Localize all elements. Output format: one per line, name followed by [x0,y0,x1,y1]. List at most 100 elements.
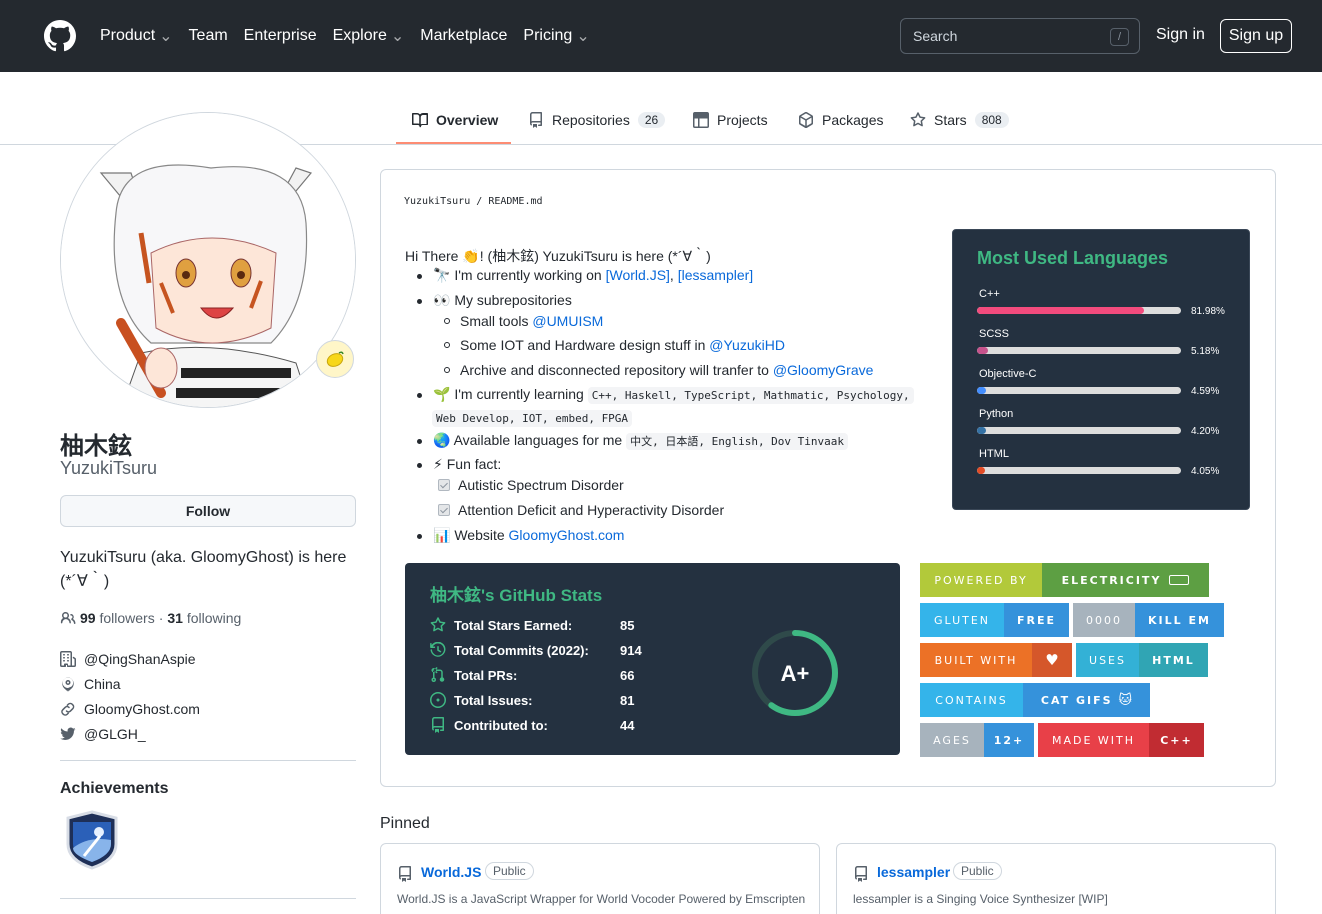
checkbox [438,504,450,516]
nav-pricing[interactable]: Pricing ⌄ [523,26,589,46]
tab-overview[interactable]: Overview [412,96,498,144]
list-bullet [417,439,422,444]
pinned-repo-link[interactable]: lessampler [877,864,950,880]
tab-stars[interactable]: Stars 808 [910,96,1009,144]
language-percent: 4.20% [1191,426,1220,437]
list-bullet [444,342,450,348]
followers-link[interactable]: 99 followers [80,610,155,626]
subrepo-text: Small tools [460,313,529,329]
repo-icon [855,866,867,882]
tab-packages[interactable]: Packages [798,96,883,144]
pull-request-icon [431,667,445,682]
signup-button[interactable]: Sign up [1220,19,1292,53]
stat-label: Total Commits (2022): [454,642,589,658]
tab-repositories[interactable]: Repositories 26 [528,96,666,144]
avatar[interactable] [60,112,356,408]
stat-value: 914 [620,643,642,658]
learning-text: I'm currently learning [454,386,584,402]
badge-right: 12+ [984,723,1034,757]
company-label[interactable]: @QingShanAspie [84,651,196,667]
nav-product[interactable]: Product ⌄ [100,26,173,46]
stat-label: Total Stars Earned: [454,617,573,633]
gloomygrave-link[interactable]: @GloomyGrave [773,362,874,378]
tab-projects[interactable]: Projects [693,96,768,144]
stat-value: 81 [620,693,635,708]
github-logo-icon[interactable] [44,20,76,52]
nav-enterprise[interactable]: Enterprise [244,27,317,45]
active-tab-indicator [396,142,511,144]
subrepo-item: Small tools @UMUISM [460,313,603,329]
signin-link[interactable]: Sign in [1156,26,1205,44]
sidebar-divider [60,898,356,899]
profile-username: YuzukiTsuru [60,458,158,478]
language-name: Python [979,408,1014,420]
separator-dot: · [158,610,164,626]
badge-made-with-cpp: MADE WITH C++ [1038,723,1204,757]
nav-team[interactable]: Team [189,27,228,45]
follow-button[interactable]: Follow [60,495,356,527]
list-bullet [417,393,422,398]
list-bullet [417,534,422,539]
lessampler-link[interactable]: [lessampler] [678,267,753,283]
pinned-title: Pinned [380,815,430,832]
card-title: Most Used Languages [977,248,1169,268]
top-languages-card[interactable]: Most Used Languages C++ 81.98% SCSS 5.18% Ob… [952,229,1250,510]
subrepos-label: My subrepositories [454,292,572,308]
chevron-down-icon: ⌄ [576,28,590,45]
badge-left: MADE WITH [1038,723,1149,757]
badge-left: 0000 [1073,603,1135,637]
badge-right: CAT GIFS 🐱 [1023,683,1150,717]
twitter-link[interactable]: @GLGH_ [84,726,146,742]
yuzukihd-link[interactable]: @YuzukiHD [709,337,785,353]
profile-location: China [60,676,121,692]
badge-left: BUILT WITH [920,643,1032,677]
stat-row: Total Issues: [430,692,533,708]
nav-label: Product [100,27,156,44]
nav-explore[interactable]: Explore ⌄ [333,26,405,46]
achievement-badge-icon[interactable] [64,810,120,870]
language-bar-fill [977,387,987,394]
stat-label: Total PRs: [454,667,518,683]
subrepo-item: Some IOT and Hardware design stuff in @Y… [460,337,785,353]
readme-subrepos: 👀 My subrepositories [433,292,572,309]
stat-value: 44 [620,718,635,733]
star-icon [910,112,926,127]
table-icon [693,112,709,128]
twitter-icon [60,727,76,740]
website-link[interactable]: GloomyGhost.com [509,527,625,543]
nav-marketplace[interactable]: Marketplace [420,27,507,45]
following-link[interactable]: 31 following [167,610,241,626]
cat-icon: 🐱 [1118,692,1133,708]
location-label: China [84,676,121,692]
badge-uses-html: USES HTML [1076,643,1208,677]
readme-greeting: Hi There 👏! (柚木鉉) YuzukiTsuru is here (*… [405,248,711,264]
language-bar-fill [977,307,1145,314]
language-bar-fill [977,347,988,354]
stat-row: Total Stars Earned: [430,617,572,633]
readme-learning: 🌱 I'm currently learning C++, Haskell, T… [433,386,914,404]
badge-right: ELECTRICITY [1042,563,1209,597]
github-stats-card[interactable]: 柚木鉉's GitHub Stats Total Stars Earned: 8… [405,563,900,755]
stat-row: Total Commits (2022): [430,642,589,658]
search-input[interactable]: Search / [900,18,1140,54]
website-link[interactable]: GloomyGhost.com [84,701,200,717]
repo-icon [399,866,411,882]
readme-file-link[interactable]: README.md [488,196,542,207]
umuism-link[interactable]: @UMUISM [532,313,603,329]
following-count: 31 [167,610,183,626]
worldjs-link[interactable]: [World.JS] [606,267,670,283]
badge-kill-em: 0000 KILL EM [1073,603,1224,637]
status-emoji[interactable] [316,340,354,378]
nav-label: Marketplace [420,27,508,44]
pinned-repo-link[interactable]: World.JS [421,864,481,880]
checkbox [438,479,450,491]
readme-user-link[interactable]: YuzukiTsuru [404,196,470,207]
follow-info: 99 followers · 31 following [60,610,241,626]
book-icon [412,112,428,128]
repo-icon [530,112,542,128]
badge-right: FREE [1004,603,1069,637]
funfact-item: Attention Deficit and Hyperactivity Diso… [438,502,724,518]
subrepo-text: Some IOT and Hardware design stuff in [460,337,706,353]
language-percent: 4.05% [1191,466,1220,477]
badge-left: CONTAINS [920,683,1023,717]
